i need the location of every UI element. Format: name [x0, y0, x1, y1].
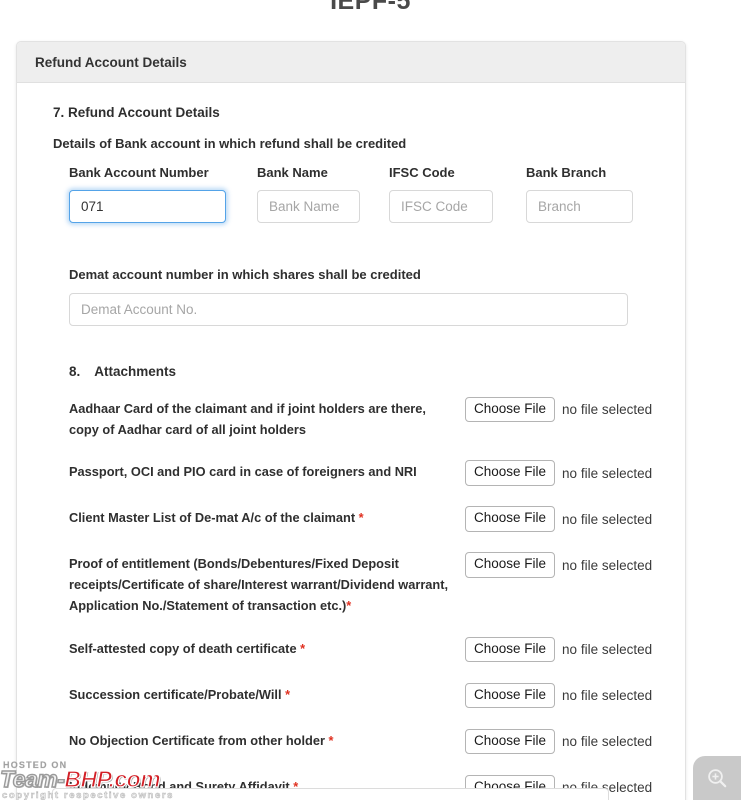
no-file-selected-text: no file selected: [562, 641, 653, 657]
attachment-label: Proof of entitlement (Bonds/Debentures/F…: [69, 556, 449, 613]
zoom-in-icon: [706, 767, 728, 789]
bank-account-number-label: Bank Account Number: [69, 165, 209, 180]
card-header-title: Refund Account Details: [35, 54, 187, 70]
file-input-group: Choose File no file selected: [465, 682, 653, 708]
no-file-selected-text: no file selected: [562, 687, 653, 703]
attachment-row: Proof of entitlement (Bonds/Debentures/F…: [69, 552, 659, 616]
required-asterisk: *: [346, 597, 352, 613]
section-8-title: 8. Attachments: [69, 364, 659, 379]
choose-file-button[interactable]: Choose File: [465, 397, 556, 423]
ifsc-code-input[interactable]: [389, 190, 493, 223]
attachment-label: Succession certificate/Probate/Will *: [69, 686, 291, 702]
attachment-row: No Objection Certificate from other hold…: [69, 728, 659, 755]
attachment-row: Self-attested copy of death certificate …: [69, 636, 659, 663]
bank-name-label: Bank Name: [257, 165, 328, 180]
no-file-selected-text: no file selected: [562, 402, 653, 418]
attachment-row: Aadhaar Card of the claimant and if join…: [69, 397, 659, 440]
file-input-group: Choose File no file selected: [465, 460, 653, 486]
no-file-selected-text: no file selected: [562, 557, 653, 573]
required-asterisk: *: [285, 686, 291, 702]
bank-account-number-field: Bank Account Number: [69, 165, 226, 223]
choose-file-button[interactable]: Choose File: [465, 728, 556, 754]
section-8-label: Attachments: [94, 364, 177, 379]
card-body: 7. Refund Account Details Details of Ban…: [17, 83, 685, 800]
choose-file-button[interactable]: Choose File: [465, 636, 556, 662]
screenshot-root: IEPF-5 Refund Account Details 7. Refund …: [0, 0, 741, 800]
attachment-label: No Objection Certificate from other hold…: [69, 732, 334, 748]
attachment-row: Client Master List of De-mat A/c of the …: [69, 506, 659, 532]
bank-branch-input[interactable]: [526, 190, 633, 223]
bank-account-number-input[interactable]: [69, 190, 226, 223]
section-7-title: 7. Refund Account Details: [53, 105, 220, 120]
demat-account-input[interactable]: [69, 293, 628, 326]
ifsc-code-label: IFSC Code: [389, 165, 455, 180]
attachment-label: Self-attested copy of death certificate …: [69, 640, 306, 656]
zoom-in-button[interactable]: [693, 756, 741, 800]
attachments-list: Aadhaar Card of the claimant and if join…: [53, 397, 659, 800]
no-file-selected-text: no file selected: [562, 465, 653, 481]
attachment-label: Client Master List of De-mat A/c of the …: [69, 510, 364, 526]
choose-file-button[interactable]: Choose File: [465, 506, 556, 532]
section-8-number: 8.: [69, 364, 81, 379]
attachment-row: Succession certificate/Probate/Will * Cho…: [69, 682, 659, 709]
file-input-group: Choose File no file selected: [465, 552, 653, 578]
demat-account-field: Demat account number in which shares sha…: [53, 267, 659, 326]
section-7-subtitle: Details of Bank account in which refund …: [53, 136, 407, 151]
bank-name-input[interactable]: [257, 190, 360, 223]
refund-account-details-card: Refund Account Details 7. Refund Account…: [16, 41, 686, 800]
required-asterisk: *: [300, 640, 306, 656]
choose-file-button[interactable]: Choose File: [465, 460, 556, 486]
required-asterisk: *: [358, 510, 364, 526]
no-file-selected-text: no file selected: [562, 511, 653, 527]
bottom-partial-control[interactable]: [52, 788, 609, 800]
choose-file-button[interactable]: Choose File: [465, 552, 556, 578]
choose-file-button[interactable]: Choose File: [465, 682, 556, 708]
bank-branch-field: Bank Branch: [526, 165, 633, 223]
bank-fields-row: Bank Account Number Bank Name IFSC Code …: [53, 165, 659, 225]
ifsc-code-field: IFSC Code: [389, 165, 493, 223]
bank-name-field: Bank Name: [257, 165, 360, 223]
required-asterisk: *: [328, 732, 334, 748]
file-input-group: Choose File no file selected: [465, 636, 653, 662]
file-input-group: Choose File no file selected: [465, 397, 653, 423]
file-input-group: Choose File no file selected: [465, 728, 653, 754]
page-title: IEPF-5: [330, 0, 411, 15]
attachment-row: Passport, OCI and PIO card in case of fo…: [69, 460, 659, 486]
card-header: Refund Account Details: [17, 42, 685, 83]
demat-account-label: Demat account number in which shares sha…: [69, 267, 421, 282]
attachment-label: Passport, OCI and PIO card in case of fo…: [69, 464, 417, 480]
attachment-label: Aadhaar Card of the claimant and if join…: [69, 401, 426, 437]
bank-branch-label: Bank Branch: [526, 165, 607, 180]
no-file-selected-text: no file selected: [562, 733, 653, 749]
file-input-group: Choose File no file selected: [465, 506, 653, 532]
